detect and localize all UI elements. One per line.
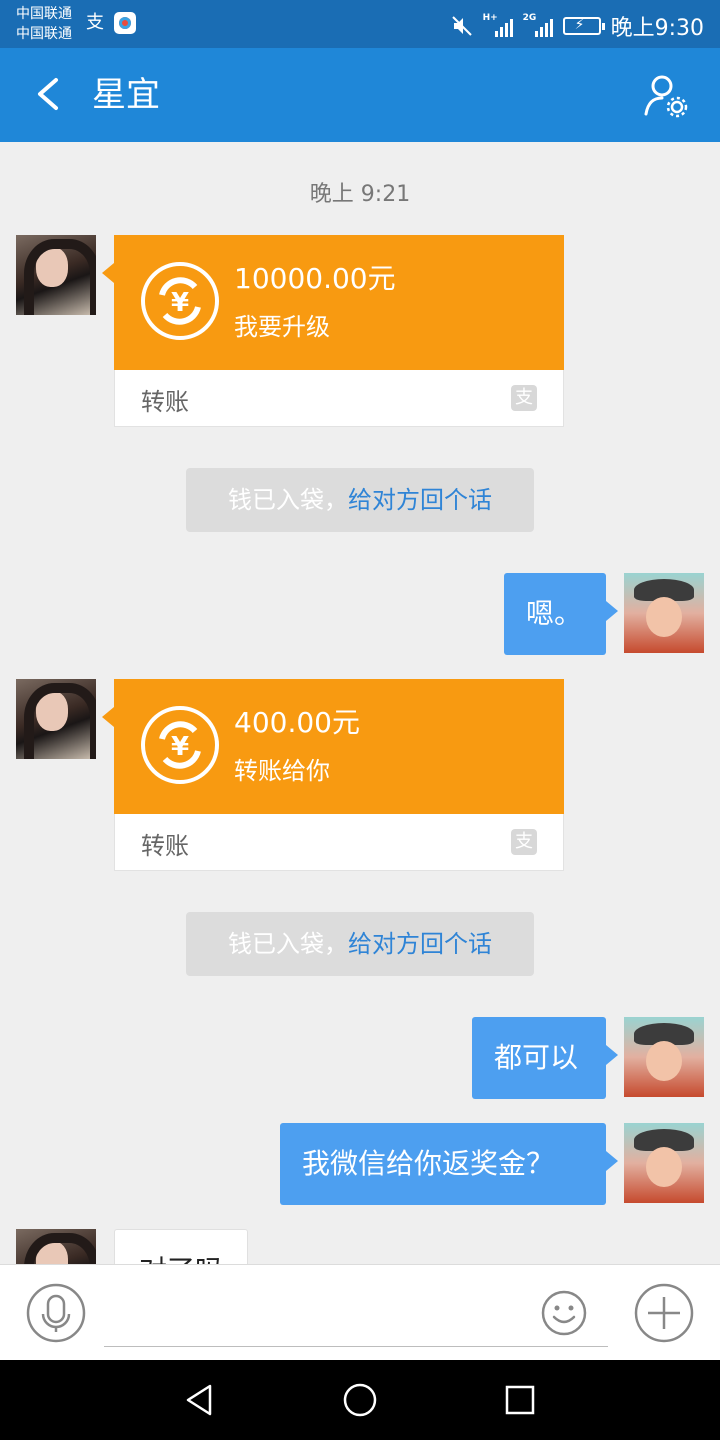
svg-text:¥: ¥ [171, 732, 189, 762]
system-message: 钱已入袋，给对方回个话 [186, 468, 534, 532]
system-message-text: 钱已入袋， [228, 930, 348, 958]
person-gear-icon[interactable] [642, 72, 690, 120]
nav-back-icon[interactable] [182, 1382, 218, 1418]
transfer-memo: 我要升级 [234, 313, 330, 341]
contact-message-bubble[interactable]: 对了吗 [114, 1229, 249, 1264]
alipay-icon: 支 [511, 829, 537, 855]
my-message-bubble[interactable]: 都可以 [472, 1017, 618, 1099]
transfer-card-footer: 转账 支 [114, 370, 564, 427]
reply-link[interactable]: 给对方回个话 [348, 486, 492, 514]
input-bar [0, 1264, 720, 1360]
signal-2-tag: 2G [522, 13, 537, 23]
carrier-1: 中国联通 [16, 6, 72, 22]
chat-header: 星宜 [0, 48, 720, 142]
contact-avatar[interactable] [16, 1229, 96, 1264]
plus-circle-icon[interactable] [634, 1283, 694, 1343]
contact-avatar[interactable] [16, 235, 96, 315]
yen-transfer-icon: ¥ [141, 262, 219, 340]
chat-title: 星宜 [92, 75, 160, 115]
notification-icons: 支 [84, 12, 136, 34]
yen-transfer-icon: ¥ [141, 706, 219, 784]
status-right: H+ 2G ⚡ 晚上9:30 [451, 10, 704, 42]
message-timestamp: 晚上 9:21 [309, 182, 411, 207]
weibo-notification-icon [114, 12, 136, 34]
signal-icon-1: H+ [482, 13, 513, 37]
my-avatar[interactable] [624, 1123, 704, 1203]
status-bar: 中国联通 中国联通 支 H+ 2G ⚡ 晚上9:30 [0, 0, 720, 48]
chevron-left-icon[interactable] [30, 74, 70, 114]
transfer-card[interactable]: ¥ 10000.00元 我要升级 转账 支 [102, 235, 564, 427]
status-time: 晚上9:30 [610, 16, 704, 41]
svg-text:¥: ¥ [171, 288, 189, 318]
system-nav-bar [0, 1360, 720, 1440]
transfer-label: 转账 [141, 388, 189, 416]
carrier-info: 中国联通 中国联通 [16, 4, 72, 44]
transfer-card-footer: 转账 支 [114, 814, 564, 871]
mute-icon [451, 16, 472, 36]
reply-link[interactable]: 给对方回个话 [348, 930, 492, 958]
transfer-card-header: ¥ 400.00元 转账给你 [102, 679, 564, 814]
my-avatar[interactable] [624, 1017, 704, 1097]
signal-icon-2: 2G [522, 13, 553, 37]
transfer-amount: 400.00元 [234, 706, 360, 739]
nav-home-icon[interactable] [342, 1382, 378, 1418]
message-list[interactable]: 晚上 9:21 ¥ 10000.00元 我要升级 转账 支 钱已入袋，给对方回个… [0, 142, 720, 1264]
signal-1-tag: H+ [482, 13, 498, 23]
carrier-2: 中国联通 [16, 26, 72, 42]
contact-avatar[interactable] [16, 679, 96, 759]
my-avatar[interactable] [624, 573, 704, 653]
alipay-notification-icon: 支 [86, 12, 104, 33]
transfer-memo: 转账给你 [234, 757, 330, 785]
smiley-icon[interactable] [540, 1289, 588, 1337]
transfer-card-header: ¥ 10000.00元 我要升级 [102, 235, 564, 370]
microphone-icon[interactable] [26, 1283, 86, 1343]
system-message-text: 钱已入袋， [228, 486, 348, 514]
message-input[interactable] [104, 1285, 608, 1347]
system-message: 钱已入袋，给对方回个话 [186, 912, 534, 976]
alipay-icon: 支 [511, 385, 537, 411]
my-message-bubble[interactable]: 我微信给你返奖金？ [280, 1123, 618, 1205]
transfer-label: 转账 [141, 832, 189, 860]
transfer-amount: 10000.00元 [234, 262, 396, 295]
my-message-bubble[interactable]: 嗯。 [504, 573, 618, 655]
nav-recent-icon[interactable] [504, 1384, 536, 1416]
battery-icon: ⚡ [562, 17, 605, 35]
transfer-card[interactable]: ¥ 400.00元 转账给你 转账 支 [102, 679, 564, 871]
